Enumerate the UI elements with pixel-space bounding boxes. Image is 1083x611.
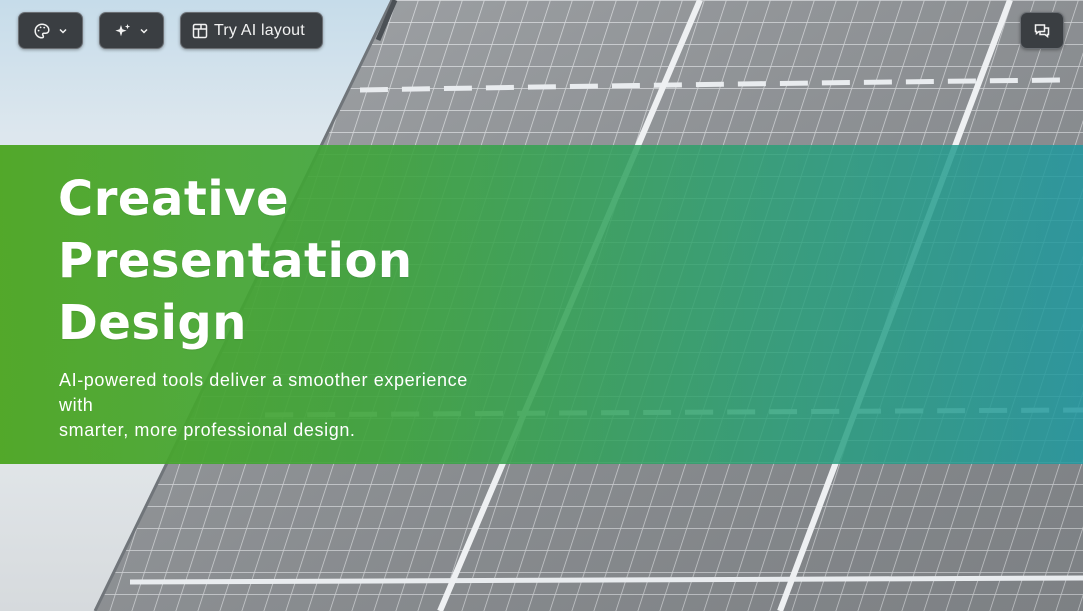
palette-icon bbox=[33, 22, 51, 40]
title-line: Presentation bbox=[58, 233, 413, 289]
try-ai-layout-label: Try AI layout bbox=[214, 21, 305, 39]
subtitle-line: smarter, more professional design. bbox=[59, 420, 356, 440]
comments-button[interactable] bbox=[1020, 12, 1064, 49]
slide-subtitle[interactable]: AI-powered tools deliver a smoother expe… bbox=[59, 368, 499, 443]
sparkle-icon bbox=[114, 22, 132, 40]
title-line: Design bbox=[58, 295, 247, 351]
subtitle-line: with bbox=[59, 395, 94, 415]
slide-title[interactable]: Creative Presentation Design bbox=[58, 168, 538, 354]
layout-icon bbox=[191, 22, 209, 40]
ai-tools-dropdown-button[interactable] bbox=[99, 12, 164, 49]
chevron-down-icon bbox=[138, 25, 150, 37]
theme-dropdown-button[interactable] bbox=[18, 12, 83, 49]
comment-icon bbox=[1033, 22, 1051, 40]
try-ai-layout-button[interactable]: Try AI layout bbox=[180, 12, 323, 49]
title-line: Creative bbox=[58, 171, 290, 227]
chevron-down-icon bbox=[57, 25, 69, 37]
subtitle-line: AI-powered tools deliver a smoother expe… bbox=[59, 370, 468, 390]
